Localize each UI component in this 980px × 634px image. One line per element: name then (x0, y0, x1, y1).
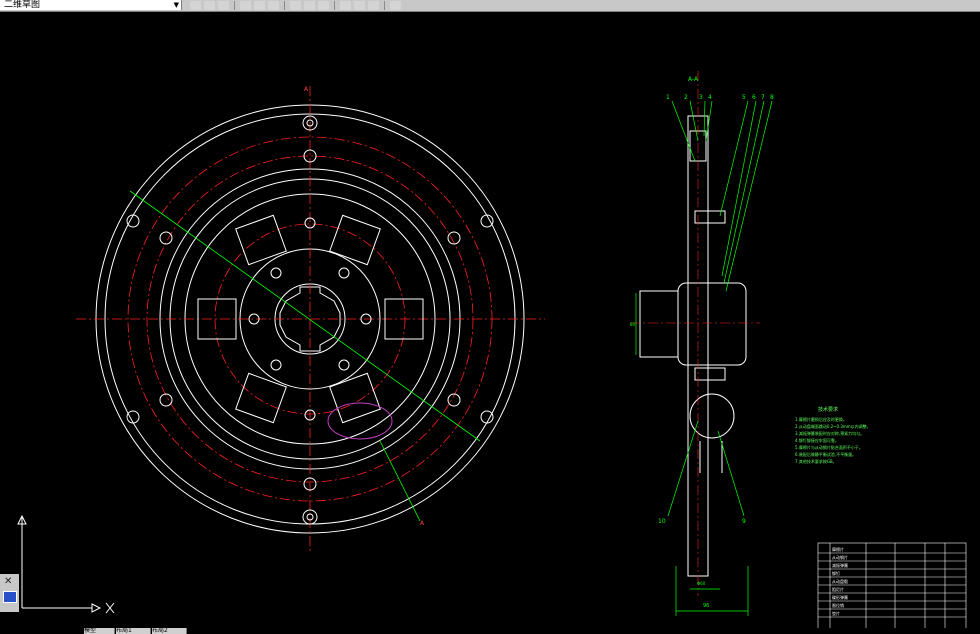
section-hatch (630, 71, 760, 596)
tech-note-5: 5.摩擦片与从动钢片贴合面积不小于。 (795, 444, 863, 450)
balloon-6: 6 (752, 94, 756, 101)
tab-model[interactable]: 模型 (84, 628, 115, 634)
workspace-dropdown[interactable]: 二维草图 ▼ (0, 0, 182, 10)
title-row-2: 从动钢片 (832, 554, 848, 560)
balloon-4: 4 (708, 94, 712, 101)
tech-note-4: 4.铆钉铆接应牢固可靠。 (795, 437, 839, 443)
design-center-icon[interactable] (318, 1, 329, 10)
ucs-icon (17, 514, 115, 614)
balloon-8: 8 (770, 94, 774, 101)
chevron-down-icon: ▼ (173, 1, 179, 9)
window-icon[interactable] (3, 591, 17, 603)
section-marker-top: A (304, 86, 309, 93)
tab-layout1[interactable]: 布局1 (116, 628, 151, 634)
properties-icon[interactable] (304, 1, 315, 10)
section-marker-bottom: A (420, 520, 425, 527)
title-row-9: 垫片 (832, 610, 840, 616)
zoom-window-icon[interactable] (268, 1, 279, 10)
tech-note-3: 3.减振弹簧装配时应对称,预紧力均匀。 (795, 430, 864, 436)
zoom-previous-icon[interactable] (290, 1, 301, 10)
layer-icon[interactable] (190, 1, 201, 10)
title-row-5: 从动盘毂 (832, 578, 848, 584)
balloon-3: 3 (699, 94, 703, 101)
toolbar-separator (284, 1, 285, 10)
balloon-9: 9 (742, 518, 746, 525)
model-space-canvas[interactable]: A A A-A 1 2 3 4 5 6 7 8 10 9 96 Φ60 80 技… (0, 11, 980, 634)
balloon-5: 5 (742, 94, 746, 101)
tech-notes-title: 技术要求 (818, 406, 838, 413)
dim-hub-height: 80 (630, 322, 636, 327)
dim-side-width: 96 (703, 603, 709, 609)
clutch-disc-section-view (639, 115, 747, 577)
title-row-7: 碟形弹簧 (832, 594, 848, 600)
table-icon[interactable] (390, 1, 401, 10)
center-lines (76, 86, 545, 551)
tab-layout2[interactable]: 布局2 (152, 628, 187, 634)
title-row-4: 铆钉 (832, 570, 840, 576)
text-style-icon[interactable] (368, 1, 379, 10)
title-row-6: 阻尼片 (832, 586, 844, 592)
title-row-1: 摩擦片 (832, 546, 844, 552)
toolbar-separator (384, 1, 385, 10)
workspace-label: 二维草图 (4, 0, 41, 10)
tech-note-7: 7.其他技术要求按GB。 (795, 458, 837, 464)
match-prop-icon[interactable] (204, 1, 215, 10)
toolbar-separator (234, 1, 235, 10)
pan-icon[interactable] (240, 1, 251, 10)
tool-palette-icon[interactable] (340, 1, 351, 10)
close-icon[interactable]: ✕ (4, 576, 12, 587)
toolbar-separator (334, 1, 335, 10)
balloon-1: 1 (666, 94, 670, 101)
cad-drawing: A A A-A 1 2 3 4 5 6 7 8 10 9 96 Φ60 80 技… (17, 71, 967, 634)
dimension-lines (635, 100, 773, 616)
title-row-3: 减振弹簧 (832, 562, 848, 568)
tech-note-1: 1.摩擦片磨损后应及时更换。 (795, 416, 847, 422)
layout-tabs: 模型 布局1 布局2 (0, 628, 980, 634)
tech-note-2: 2.从动盘端面跳动0.2~0.3mm以内调整。 (795, 423, 871, 429)
dim-hub: Φ60 (697, 581, 706, 586)
tech-note-6: 6.装配后做静平衡试验,不平衡量。 (795, 451, 856, 457)
dimension-icon[interactable] (354, 1, 365, 10)
title-row-8: 限位销 (832, 602, 844, 608)
side-palette: ✕ (0, 574, 19, 612)
section-cut-line (129, 190, 481, 442)
section-view-label: A-A (688, 76, 699, 83)
balloon-10: 10 (658, 518, 666, 525)
save-icon[interactable] (218, 1, 229, 10)
zoom-realtime-icon[interactable] (254, 1, 265, 10)
technical-notes: 技术要求 1.摩擦片磨损后应及时更换。 2.从动盘端面跳动0.2~0.3mm以内… (795, 406, 871, 464)
balloon-7: 7 (761, 94, 765, 101)
balloon-2: 2 (684, 94, 688, 101)
